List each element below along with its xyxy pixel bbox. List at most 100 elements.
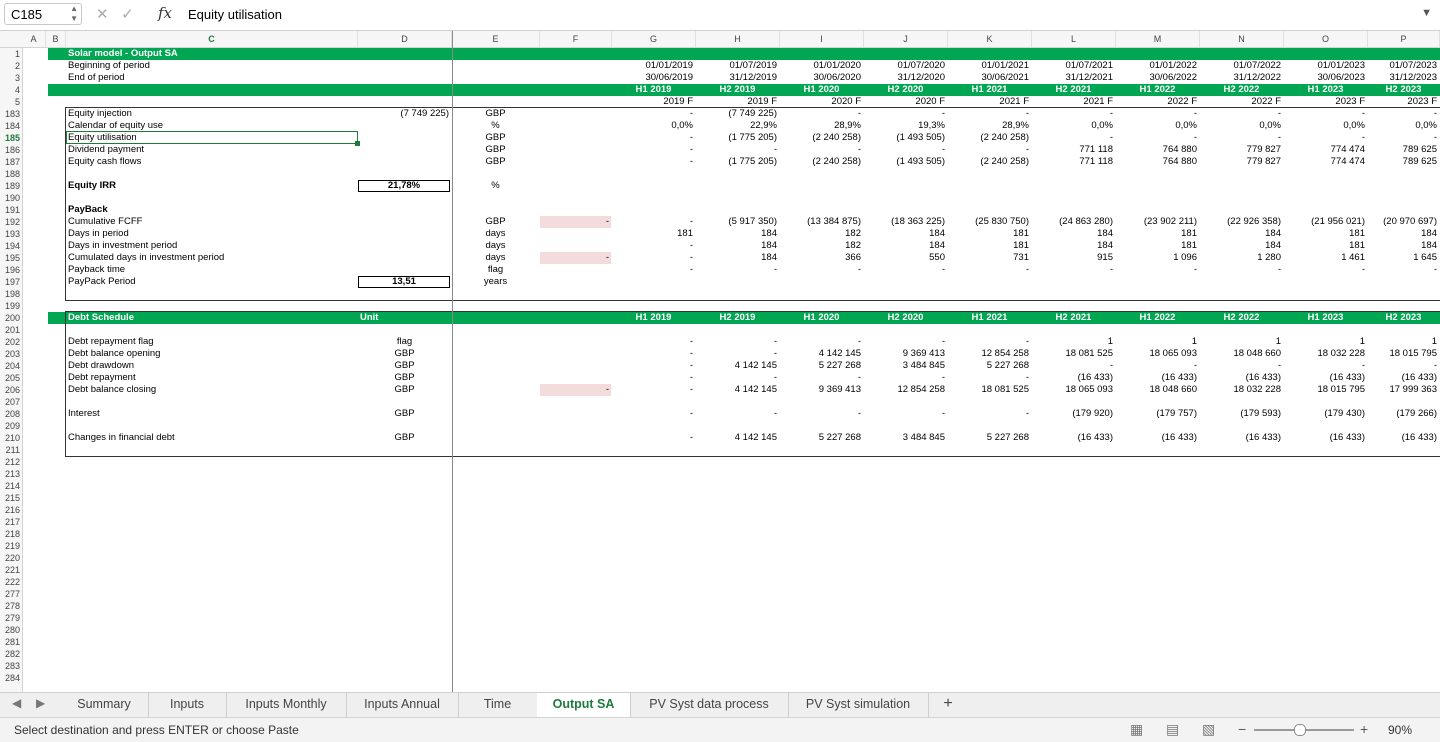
begin-period-label[interactable]: Beginning of period	[68, 60, 355, 72]
expand-formula-icon[interactable]: ▼	[1421, 7, 1432, 19]
tab-output-sa[interactable]: Output SA	[537, 693, 631, 719]
begin-date[interactable]: 01/01/2020	[782, 60, 861, 72]
name-box[interactable]: C185 ▲ ▼	[4, 3, 82, 25]
end-date[interactable]: 30/06/2023	[1286, 72, 1365, 84]
begin-date[interactable]: 01/01/2019	[614, 60, 693, 72]
next-sheet-icon[interactable]: ▶	[36, 696, 45, 710]
row-header-277[interactable]: 277	[0, 588, 20, 600]
formula-input[interactable]: Equity utilisation	[188, 7, 282, 22]
row-header-203[interactable]: 203	[0, 348, 20, 360]
row-header-284[interactable]: 284	[0, 672, 20, 684]
row-header-5[interactable]: 5	[0, 96, 20, 108]
sheet-title[interactable]: Solar model - Output SA	[68, 48, 449, 60]
row-header-221[interactable]: 221	[0, 564, 20, 576]
namebox-stepper-icon[interactable]: ▲ ▼	[70, 4, 78, 24]
half-label[interactable]: H1 2020	[782, 84, 861, 96]
tab-pv-syst-simulation[interactable]: PV Syst simulation	[788, 693, 929, 717]
row-header-198[interactable]: 198	[0, 288, 20, 300]
row-header-206[interactable]: 206	[0, 384, 20, 396]
row-header-215[interactable]: 215	[0, 492, 20, 504]
row-header-212[interactable]: 212	[0, 456, 20, 468]
row-header-216[interactable]: 216	[0, 504, 20, 516]
row-header-187[interactable]: 187	[0, 156, 20, 168]
page-break-icon[interactable]: ▧	[1202, 721, 1215, 738]
row-header-184[interactable]: 184	[0, 120, 20, 132]
tab-inputs[interactable]: Inputs	[148, 693, 227, 717]
normal-view-icon[interactable]: ▦	[1130, 721, 1143, 738]
row-header-211[interactable]: 211	[0, 444, 20, 456]
fx-icon[interactable]: fx	[158, 4, 172, 22]
row-header-217[interactable]: 217	[0, 516, 20, 528]
row-header-191[interactable]: 191	[0, 204, 20, 216]
column-header-G[interactable]: G	[612, 31, 696, 47]
row-header-195[interactable]: 195	[0, 252, 20, 264]
half-label[interactable]: H1 2022	[1118, 84, 1197, 96]
end-period-label[interactable]: End of period	[68, 72, 355, 84]
column-header-F[interactable]: F	[540, 31, 612, 47]
column-header-I[interactable]: I	[780, 31, 864, 47]
row-header-220[interactable]: 220	[0, 552, 20, 564]
tab-time[interactable]: Time	[458, 693, 538, 717]
row-header-281[interactable]: 281	[0, 636, 20, 648]
zoom-out-icon[interactable]: −	[1238, 721, 1246, 737]
row-header-4[interactable]: 4	[0, 84, 20, 96]
end-date[interactable]: 30/06/2021	[950, 72, 1029, 84]
column-header-C[interactable]: C	[66, 31, 358, 47]
end-date[interactable]: 31/12/2020	[866, 72, 945, 84]
tab-inputs-annual[interactable]: Inputs Annual	[346, 693, 459, 717]
row-header-192[interactable]: 192	[0, 216, 20, 228]
row-header-197[interactable]: 197	[0, 276, 20, 288]
column-header-D[interactable]: D	[358, 31, 452, 47]
zoom-slider-thumb[interactable]	[1294, 724, 1306, 736]
tab-summary[interactable]: Summary	[60, 693, 149, 717]
column-header-K[interactable]: K	[948, 31, 1032, 47]
row-header-193[interactable]: 193	[0, 228, 20, 240]
row-header-186[interactable]: 186	[0, 144, 20, 156]
half-label[interactable]: H2 2021	[1034, 84, 1113, 96]
row-header-199[interactable]: 199	[0, 300, 20, 312]
row-header-209[interactable]: 209	[0, 420, 20, 432]
half-label[interactable]: H2 2020	[866, 84, 945, 96]
begin-date[interactable]: 01/07/2023	[1370, 60, 1437, 72]
row-header-208[interactable]: 208	[0, 408, 20, 420]
row-header-282[interactable]: 282	[0, 648, 20, 660]
half-label[interactable]: H2 2023	[1370, 84, 1437, 96]
add-sheet-button[interactable]: +	[928, 693, 968, 717]
column-header-O[interactable]: O	[1284, 31, 1368, 47]
end-date[interactable]: 30/06/2022	[1118, 72, 1197, 84]
column-header-M[interactable]: M	[1116, 31, 1200, 47]
row-header-190[interactable]: 190	[0, 192, 20, 204]
row-header-280[interactable]: 280	[0, 624, 20, 636]
row-header-210[interactable]: 210	[0, 432, 20, 444]
column-header-E[interactable]: E	[452, 31, 540, 47]
end-date[interactable]: 31/12/2019	[698, 72, 777, 84]
row-header-189[interactable]: 189	[0, 180, 20, 192]
end-date[interactable]: 31/12/2022	[1202, 72, 1281, 84]
zoom-slider[interactable]	[1254, 724, 1354, 736]
row-header-283[interactable]: 283	[0, 660, 20, 672]
row-header-279[interactable]: 279	[0, 612, 20, 624]
end-date[interactable]: 31/12/2023	[1370, 72, 1437, 84]
half-label[interactable]: H1 2023	[1286, 84, 1365, 96]
end-date[interactable]: 30/06/2020	[782, 72, 861, 84]
half-label[interactable]: H2 2019	[698, 84, 777, 96]
row-header-201[interactable]: 201	[0, 324, 20, 336]
column-header-L[interactable]: L	[1032, 31, 1116, 47]
column-header-P[interactable]: P	[1368, 31, 1440, 47]
row-header-183[interactable]: 183	[0, 108, 20, 120]
sheet-grid[interactable]: Solar model - Output SA Beginning of peri…	[23, 48, 1440, 692]
cancel-icon[interactable]: ✕	[96, 6, 109, 23]
row-header-202[interactable]: 202	[0, 336, 20, 348]
row-header-218[interactable]: 218	[0, 528, 20, 540]
row-header-278[interactable]: 278	[0, 600, 20, 612]
tab-inputs-monthly[interactable]: Inputs Monthly	[226, 693, 347, 717]
column-header-B[interactable]: B	[46, 31, 66, 47]
column-header-H[interactable]: H	[696, 31, 780, 47]
end-date[interactable]: 30/06/2019	[614, 72, 693, 84]
column-header-A[interactable]: A	[22, 31, 46, 47]
row-header-214[interactable]: 214	[0, 480, 20, 492]
tab-pv-syst-data-process[interactable]: PV Syst data process	[630, 693, 789, 717]
row-header-194[interactable]: 194	[0, 240, 20, 252]
page-layout-icon[interactable]: ▤	[1166, 721, 1179, 738]
row-header-3[interactable]: 3	[0, 72, 20, 84]
